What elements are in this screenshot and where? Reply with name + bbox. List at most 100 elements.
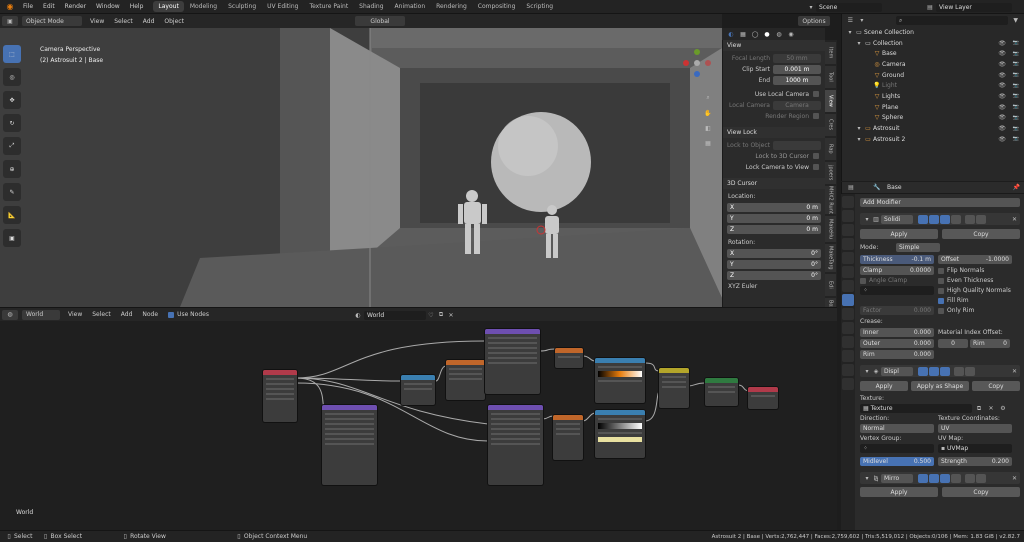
- tab-rendering[interactable]: Rendering: [431, 1, 472, 12]
- apply-as-shape-button[interactable]: Apply as Shape: [911, 381, 969, 391]
- tool-tab-icon[interactable]: [842, 196, 854, 208]
- toggle-editmode-icon-3[interactable]: [918, 473, 928, 483]
- node-mix-rgb[interactable]: [659, 368, 689, 408]
- cursor-rot-y[interactable]: Y 0°: [727, 259, 821, 269]
- node-menu-add[interactable]: Add: [121, 311, 133, 318]
- only-rim-checkbox[interactable]: [938, 307, 944, 314]
- cursor-rot-z[interactable]: Z 0°: [727, 270, 821, 280]
- cursor-loc-y[interactable]: Y0 m: [727, 213, 821, 223]
- modifier-name-field[interactable]: Solidi: [881, 214, 913, 224]
- lock-camera-view-checkbox[interactable]: [813, 164, 819, 170]
- render-camera-icon[interactable]: 📷: [1013, 126, 1019, 132]
- node-noise-texture-a[interactable]: [485, 329, 540, 394]
- object-tab-icon[interactable]: [842, 280, 854, 292]
- outliner-item[interactable]: ▽ Plane 👁 📷: [842, 102, 1024, 113]
- toggle-render-icon[interactable]: [940, 214, 950, 224]
- 3d-cursor-header[interactable]: 3D Cursor: [723, 178, 825, 189]
- tab-view[interactable]: View: [825, 90, 836, 112]
- rotation-mode-field[interactable]: XYZ Euler: [728, 283, 757, 290]
- pin-icon[interactable]: 📌: [1013, 184, 1020, 191]
- lock-3d-cursor-checkbox[interactable]: [813, 153, 819, 159]
- local-camera-field[interactable]: Camera: [773, 100, 821, 110]
- rotate-tool-icon[interactable]: ↻: [3, 114, 21, 132]
- node-math-b[interactable]: [553, 415, 583, 460]
- toggle-viewport-icon[interactable]: [929, 214, 939, 224]
- node-texture-coordinate[interactable]: [263, 370, 297, 422]
- copy-button-3[interactable]: Copy: [942, 487, 1020, 497]
- node-background[interactable]: [705, 378, 738, 406]
- add-modifier-dropdown[interactable]: Add Modifier: [860, 198, 1020, 207]
- mode-dropdown-solidify[interactable]: Simple: [896, 243, 940, 252]
- solid-shading-icon[interactable]: ●: [761, 31, 773, 38]
- node-noise-texture-b[interactable]: [322, 405, 377, 485]
- tab-uv-editing[interactable]: UV Editing: [262, 1, 303, 12]
- modifier-solidify-header[interactable]: ▾ ▥ Solidi ✕: [860, 213, 1020, 225]
- outliner-search-input[interactable]: ⌕: [896, 16, 1009, 25]
- node-color-ramp-b[interactable]: [595, 358, 645, 403]
- xray-icon[interactable]: ▦: [737, 31, 749, 38]
- visibility-eye-icon[interactable]: 👁: [998, 104, 1006, 111]
- move-up-icon-3[interactable]: [965, 473, 975, 483]
- output-tab-icon[interactable]: [842, 224, 854, 236]
- node-noise-texture-c[interactable]: [488, 405, 543, 485]
- options-dropdown[interactable]: Options: [798, 16, 830, 26]
- vp-menu-add[interactable]: Add: [143, 18, 155, 25]
- expand-arrow-icon[interactable]: ▾: [855, 125, 863, 132]
- material-shading-icon[interactable]: ◍: [773, 31, 785, 38]
- menu-render[interactable]: Render: [65, 3, 86, 10]
- render-tab-icon[interactable]: [842, 210, 854, 222]
- display-mode-icon[interactable]: ▾: [856, 17, 868, 24]
- select-box-tool-icon[interactable]: ⬚: [3, 45, 21, 63]
- wireframe-shading-icon[interactable]: ◯: [749, 31, 761, 38]
- world-datablock[interactable]: ◐ World ♡ ⧉ ✕: [352, 310, 472, 320]
- tab-mhx2-runt[interactable]: MHX2 Runt: [825, 186, 836, 214]
- menu-file[interactable]: File: [23, 3, 33, 10]
- move-up-icon[interactable]: [965, 214, 975, 224]
- view-panel-header[interactable]: View: [723, 40, 825, 51]
- outliner-item[interactable]: ▽ Sphere 👁 📷: [842, 113, 1024, 124]
- node-menu-view[interactable]: View: [68, 311, 82, 318]
- tab-modeling[interactable]: Modeling: [185, 1, 222, 12]
- scene-selector[interactable]: ▾ Scene: [806, 2, 896, 12]
- node-color-ramp-c[interactable]: [595, 410, 645, 458]
- node-menu-node[interactable]: Node: [142, 311, 158, 318]
- render-camera-icon[interactable]: 📷: [1013, 136, 1019, 142]
- strength-field[interactable]: Strength 0.200: [938, 457, 1012, 466]
- texture-field[interactable]: ▦ Texture: [860, 404, 972, 413]
- toggle-editmode-icon-2[interactable]: [918, 366, 928, 376]
- expand-arrow-icon[interactable]: ▾: [863, 216, 871, 223]
- vp-menu-select[interactable]: Select: [114, 18, 133, 25]
- toggle-viewport-icon-2[interactable]: [929, 366, 939, 376]
- outliner-item[interactable]: ▽ Lights 👁 📷: [842, 91, 1024, 102]
- scale-tool-icon[interactable]: ⤢: [3, 137, 21, 155]
- factor-field[interactable]: Factor 0.000: [860, 306, 934, 315]
- particles-tab-icon[interactable]: [842, 308, 854, 320]
- outliner-item[interactable]: ▾ ▭ Scene Collection: [842, 27, 1024, 38]
- offset-field[interactable]: Offset -1.0000: [938, 255, 1012, 264]
- render-camera-icon[interactable]: 📷: [1013, 93, 1019, 99]
- lock-to-object-field[interactable]: [773, 140, 821, 150]
- copy-button[interactable]: Copy: [942, 229, 1020, 239]
- outliner-editor-icon[interactable]: ☰: [845, 17, 856, 24]
- menu-help[interactable]: Help: [130, 3, 144, 10]
- tab-layout[interactable]: Layout: [153, 1, 184, 12]
- apply-button-2[interactable]: Apply: [860, 381, 909, 391]
- move-down-icon[interactable]: [976, 214, 986, 224]
- crease-rim-field[interactable]: Rim 0.000: [860, 350, 934, 359]
- texture-unlink-icon[interactable]: ✕: [986, 405, 996, 412]
- crease-inner-field[interactable]: Inner 0.000: [860, 328, 934, 337]
- expand-arrow-icon-3[interactable]: ▾: [863, 475, 871, 482]
- cursor-loc-z[interactable]: Z0 m: [727, 224, 821, 234]
- shader-type-dropdown[interactable]: World: [22, 309, 60, 320]
- move-up-icon-2[interactable]: [954, 366, 964, 376]
- cursor-rot-x[interactable]: X 0°: [727, 248, 821, 258]
- toggle-editmode-icon[interactable]: [918, 214, 928, 224]
- tab-makehu[interactable]: MakeHu: [825, 216, 836, 242]
- uv-map-field[interactable]: ▪ UVMap: [938, 444, 1012, 453]
- properties-editor-icon[interactable]: ▤: [845, 184, 857, 191]
- physics-tab-icon[interactable]: [842, 322, 854, 334]
- toggle-cage-icon-3[interactable]: [951, 473, 961, 483]
- outliner-item[interactable]: ▾ ▭ Astrosuit 2 👁 📷: [842, 134, 1024, 145]
- orientation-dropdown[interactable]: Global: [355, 16, 405, 26]
- material-offset-field[interactable]: 0: [938, 339, 968, 348]
